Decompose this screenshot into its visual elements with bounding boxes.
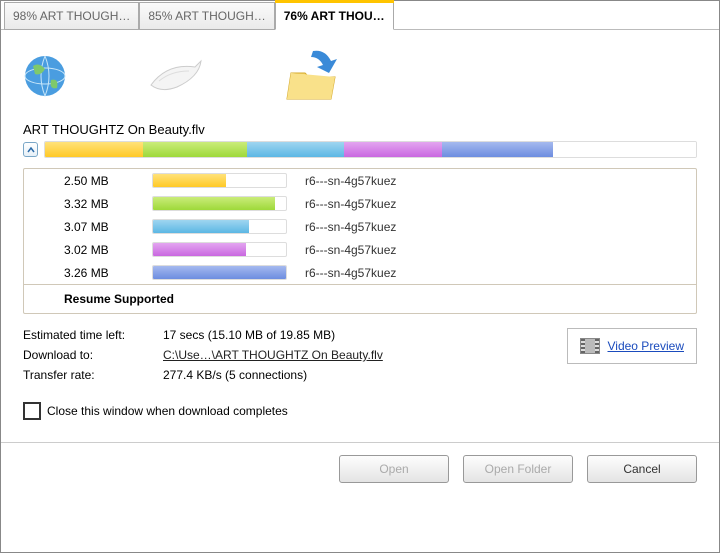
cancel-button[interactable]: Cancel — [587, 455, 697, 483]
progress-segment-5 — [442, 142, 553, 157]
thread-list: 2.50 MB r6---sn-4g57kuez 3.32 MB r6---sn… — [23, 168, 697, 314]
destination-path-link[interactable]: C:\Use…\ART THOUGHTZ On Beauty.flv — [163, 348, 383, 362]
eta-value: 17 secs (15.10 MB of 19.85 MB) — [163, 328, 335, 342]
dialog-button-bar: Open Open Folder Cancel — [1, 442, 719, 495]
open-folder-button[interactable]: Open Folder — [463, 455, 573, 483]
download-panel: ART THOUGHTZ On Beauty.flv 2.50 MB r6---… — [1, 30, 719, 420]
info-block: Estimated time left: 17 secs (15.10 MB o… — [23, 328, 697, 388]
thread-fill — [153, 220, 249, 233]
video-preview-link[interactable]: Video Preview — [608, 339, 685, 353]
close-on-complete-option: Close this window when download complete… — [23, 402, 697, 420]
thread-size: 3.32 MB — [64, 197, 134, 211]
folder-arrow-icon — [285, 47, 343, 105]
info-table: Estimated time left: 17 secs (15.10 MB o… — [23, 328, 383, 388]
rate-label: Transfer rate: — [23, 368, 163, 382]
film-icon — [580, 338, 600, 354]
thread-size: 2.50 MB — [64, 174, 134, 188]
thread-progress-bar — [152, 173, 287, 188]
progress-segment-1 — [45, 142, 143, 157]
thread-size: 3.07 MB — [64, 220, 134, 234]
progress-segment-remaining — [553, 142, 696, 157]
progress-segment-2 — [143, 142, 247, 157]
thread-fill — [153, 174, 226, 187]
video-preview-box: Video Preview — [567, 328, 698, 364]
thread-row: 2.50 MB r6---sn-4g57kuez — [24, 169, 696, 192]
open-button[interactable]: Open — [339, 455, 449, 483]
chevron-up-icon — [27, 146, 35, 154]
thread-row: 3.32 MB r6---sn-4g57kuez — [24, 192, 696, 215]
thread-host: r6---sn-4g57kuez — [305, 266, 686, 280]
rate-value: 277.4 KB/s (5 connections) — [163, 368, 307, 382]
close-on-complete-checkbox[interactable] — [23, 402, 41, 420]
overall-progress-row — [23, 141, 697, 158]
thread-row: 3.07 MB r6---sn-4g57kuez — [24, 215, 696, 238]
resume-status: Resume Supported — [24, 284, 696, 313]
overall-progress-bar — [44, 141, 697, 158]
collapse-threads-button[interactable] — [23, 142, 38, 157]
thread-host: r6---sn-4g57kuez — [305, 220, 686, 234]
destination-label: Download to: — [23, 348, 163, 362]
progress-segment-3 — [247, 142, 345, 157]
thread-row: 3.26 MB r6---sn-4g57kuez — [24, 261, 696, 284]
tab-download-1[interactable]: 98% ART THOUGH… — [4, 2, 139, 30]
eta-label: Estimated time left: — [23, 328, 163, 342]
thread-progress-bar — [152, 219, 287, 234]
thread-progress-bar — [152, 196, 287, 211]
close-on-complete-label: Close this window when download complete… — [47, 404, 288, 418]
tab-download-2[interactable]: 85% ART THOUGH… — [139, 2, 274, 30]
document-fly-icon — [147, 57, 205, 95]
thread-host: r6---sn-4g57kuez — [305, 197, 686, 211]
thread-host: r6---sn-4g57kuez — [305, 174, 686, 188]
progress-segment-4 — [344, 142, 442, 157]
thread-size: 3.02 MB — [64, 243, 134, 257]
thread-row: 3.02 MB r6---sn-4g57kuez — [24, 238, 696, 261]
thread-fill — [153, 266, 286, 279]
thread-host: r6---sn-4g57kuez — [305, 243, 686, 257]
thread-size: 3.26 MB — [64, 266, 134, 280]
tab-bar: 98% ART THOUGH… 85% ART THOUGH… 76% ART … — [1, 1, 719, 30]
thread-progress-bar — [152, 242, 287, 257]
transfer-illustration — [23, 42, 697, 122]
thread-fill — [153, 243, 246, 256]
thread-fill — [153, 197, 275, 210]
tab-download-3[interactable]: 76% ART THOU… — [275, 2, 394, 30]
thread-progress-bar — [152, 265, 287, 280]
globe-icon — [23, 54, 67, 98]
download-filename: ART THOUGHTZ On Beauty.flv — [23, 122, 697, 137]
